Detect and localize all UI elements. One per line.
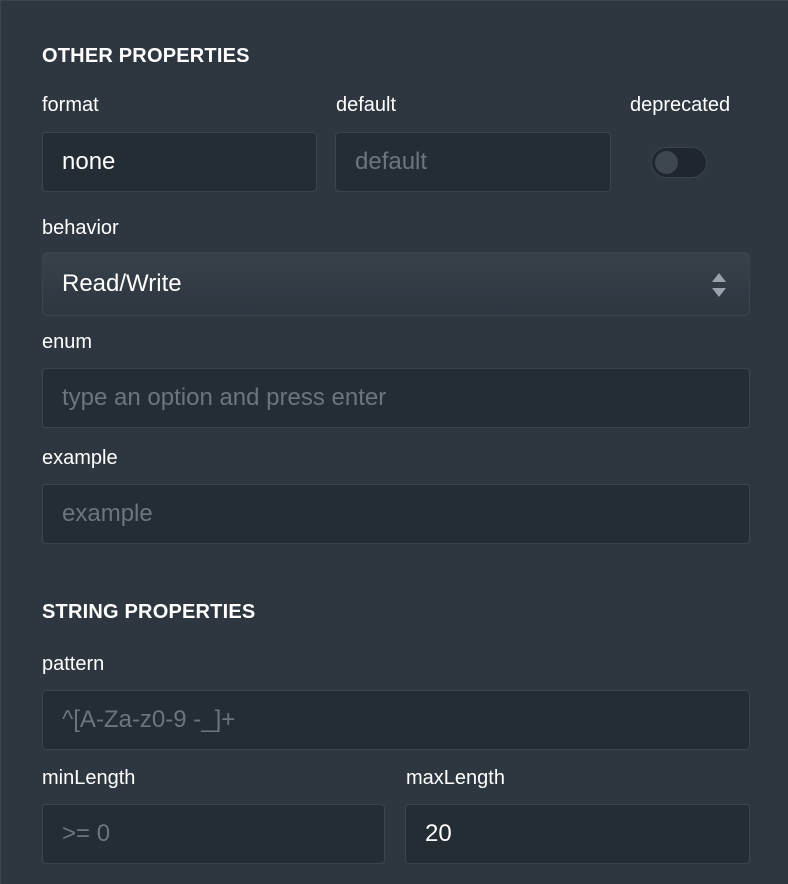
minlength-input[interactable]	[43, 805, 384, 863]
default-input[interactable]	[336, 133, 610, 191]
properties-panel: OTHER PROPERTIES format default deprecat…	[0, 0, 788, 884]
format-input[interactable]	[43, 133, 316, 191]
panel-top-edge	[1, 0, 788, 1]
behavior-select[interactable]: Read/Write	[42, 252, 750, 316]
maxlength-input[interactable]	[406, 805, 749, 863]
maxlength-field[interactable]	[405, 804, 750, 864]
behavior-selected-value: Read/Write	[62, 270, 182, 297]
deprecated-toggle[interactable]	[651, 147, 707, 178]
other-properties-title: OTHER PROPERTIES	[42, 45, 250, 67]
format-field[interactable]	[42, 132, 317, 192]
example-input[interactable]	[43, 485, 749, 543]
default-field[interactable]	[335, 132, 611, 192]
default-label: default	[336, 94, 397, 116]
example-label: example	[42, 447, 118, 469]
enum-field[interactable]	[42, 368, 750, 428]
minlength-label: minLength	[42, 767, 136, 789]
minlength-field[interactable]	[42, 804, 385, 864]
enum-label: enum	[42, 331, 93, 353]
string-properties-title: STRING PROPERTIES	[42, 601, 256, 623]
format-label: format	[42, 94, 99, 116]
toggle-knob	[655, 151, 678, 174]
behavior-label: behavior	[42, 217, 119, 239]
enum-input[interactable]	[43, 369, 749, 427]
select-arrows-icon	[712, 273, 726, 297]
example-field[interactable]	[42, 484, 750, 544]
pattern-label: pattern	[42, 653, 105, 675]
pattern-input[interactable]	[43, 691, 749, 749]
maxlength-label: maxLength	[406, 767, 505, 789]
pattern-field[interactable]	[42, 690, 750, 750]
deprecated-label: deprecated	[630, 94, 731, 116]
